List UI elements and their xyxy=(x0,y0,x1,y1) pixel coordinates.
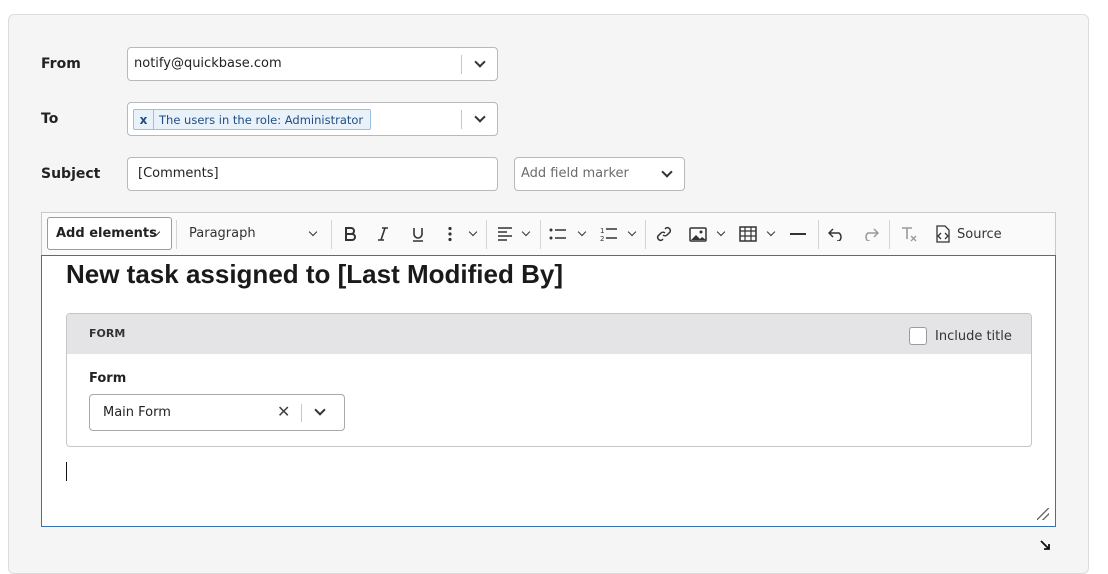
table-button[interactable] xyxy=(737,221,759,247)
from-value: notify@quickbase.com xyxy=(134,56,282,71)
recipient-chip: x The users in the role: Administrator xyxy=(133,109,372,130)
text-caret xyxy=(66,462,67,481)
editor-toolbar: Add elements Paragraph 12 Source xyxy=(41,212,1056,255)
source-label: Source xyxy=(957,226,1002,242)
link-icon xyxy=(656,226,672,242)
chevron-down-icon[interactable] xyxy=(627,227,637,237)
image-button[interactable] xyxy=(687,221,709,247)
remove-format-icon xyxy=(902,227,917,242)
from-separator xyxy=(461,55,462,74)
bulleted-list-icon xyxy=(549,228,566,240)
form-widget-header: FORM Include title xyxy=(67,314,1031,354)
form-select-value: Main Form xyxy=(103,405,171,420)
underline-icon xyxy=(413,228,423,242)
form-widget-title: FORM xyxy=(89,327,126,340)
link-button[interactable] xyxy=(653,221,675,247)
undo-button[interactable] xyxy=(826,221,848,247)
add-elements-button[interactable]: Add elements xyxy=(47,217,172,250)
chevron-down-icon[interactable] xyxy=(766,227,776,237)
svg-text:2: 2 xyxy=(600,235,604,242)
chevron-down-icon[interactable] xyxy=(314,404,326,416)
include-title-label[interactable]: Include title xyxy=(935,329,1012,344)
chevron-down-icon[interactable] xyxy=(716,227,726,237)
from-label: From xyxy=(41,56,81,72)
remove-chip-button[interactable]: x xyxy=(134,110,154,129)
toolbar-separator xyxy=(818,220,819,249)
source-button[interactable]: Source xyxy=(933,221,1003,247)
horizontal-line-icon xyxy=(790,233,806,235)
subject-input[interactable]: [Comments] xyxy=(127,157,498,191)
toolbar-separator xyxy=(889,220,890,249)
toolbar-separator xyxy=(331,220,332,249)
numbered-list-icon: 12 xyxy=(600,227,617,242)
from-select[interactable]: notify@quickbase.com xyxy=(127,47,498,81)
chevron-down-icon[interactable] xyxy=(308,227,318,237)
email-heading[interactable]: New task assigned to [Last Modified By] xyxy=(66,259,563,290)
horizontal-line-button[interactable] xyxy=(787,221,809,247)
chevron-down-icon[interactable] xyxy=(474,56,486,68)
align-left-icon xyxy=(498,227,512,241)
chevron-down-icon[interactable] xyxy=(577,227,587,237)
paragraph-style-select[interactable]: Paragraph xyxy=(189,226,256,241)
form-field-label: Form xyxy=(89,371,127,386)
bold-button[interactable] xyxy=(338,221,362,247)
toolbar-separator xyxy=(645,220,646,249)
svg-text:1: 1 xyxy=(600,227,604,235)
more-formatting-button[interactable] xyxy=(440,221,460,247)
resize-handle-icon[interactable] xyxy=(1037,508,1049,520)
mouse-cursor-icon xyxy=(1040,540,1050,550)
to-separator xyxy=(461,110,462,129)
clear-icon[interactable]: ✕ xyxy=(277,402,290,421)
chevron-down-icon[interactable] xyxy=(661,166,673,178)
to-label: To xyxy=(41,111,59,127)
form-select[interactable]: Main Form ✕ xyxy=(89,394,345,431)
chevron-down-icon[interactable] xyxy=(468,227,478,237)
form-widget[interactable]: FORM Include title Form Main Form ✕ xyxy=(66,313,1032,447)
email-body-editor[interactable]: New task assigned to [Last Modified By] … xyxy=(41,255,1056,527)
redo-icon xyxy=(865,228,879,241)
field-marker-placeholder: Add field marker xyxy=(521,166,629,181)
undo-icon xyxy=(828,228,842,241)
align-button[interactable] xyxy=(494,221,516,247)
form-select-separator xyxy=(301,404,302,422)
toolbar-separator xyxy=(176,220,177,249)
subject-label: Subject xyxy=(41,166,101,182)
table-icon xyxy=(739,226,757,242)
chevron-down-icon[interactable] xyxy=(474,111,486,123)
bulleted-list-button[interactable] xyxy=(547,221,569,247)
add-elements-label: Add elements xyxy=(56,226,157,241)
underline-button[interactable] xyxy=(406,221,430,247)
recipient-chip-label: The users in the role: Administrator xyxy=(159,112,364,127)
source-code-icon xyxy=(936,225,950,243)
numbered-list-button[interactable]: 12 xyxy=(598,221,620,247)
italic-button[interactable] xyxy=(371,221,395,247)
field-marker-select[interactable]: Add field marker xyxy=(514,157,685,191)
toolbar-separator xyxy=(486,220,487,249)
toolbar-separator xyxy=(540,220,541,249)
chevron-down-icon[interactable] xyxy=(521,227,531,237)
more-vertical-icon xyxy=(448,226,452,242)
italic-icon xyxy=(378,227,388,241)
to-select[interactable]: x The users in the role: Administrator xyxy=(127,102,498,136)
image-icon xyxy=(689,226,707,242)
bold-icon xyxy=(345,227,356,241)
remove-format-button[interactable] xyxy=(898,221,920,247)
include-title-checkbox[interactable] xyxy=(909,327,927,345)
redo-button[interactable] xyxy=(859,221,881,247)
